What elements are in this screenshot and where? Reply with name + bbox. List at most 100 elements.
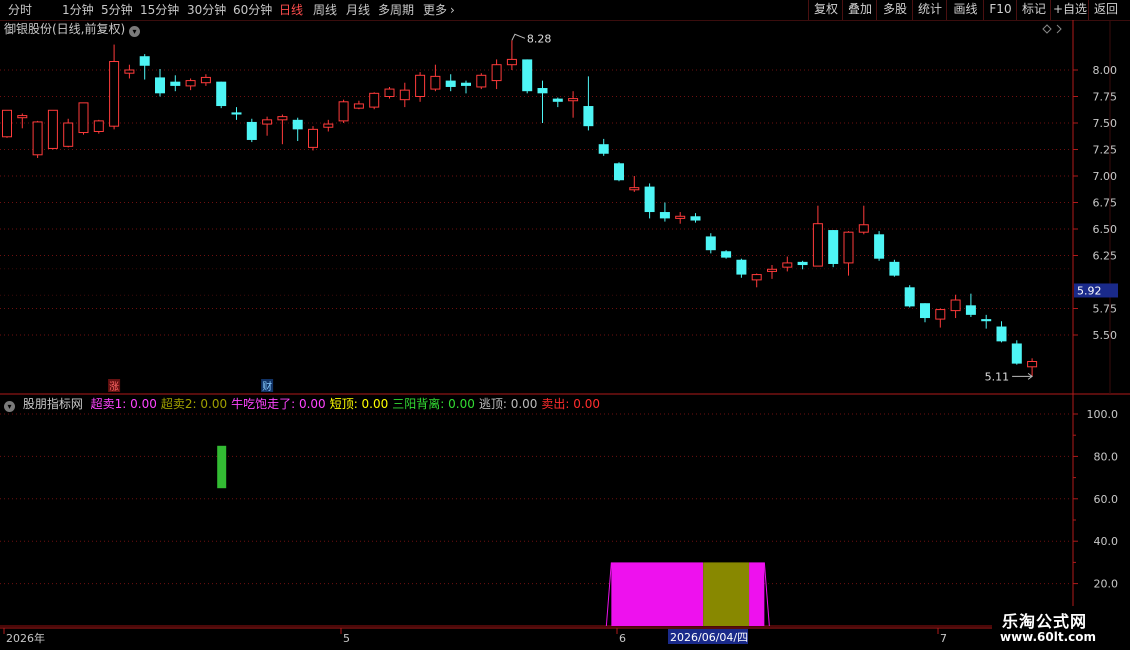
candle-body <box>32 121 43 156</box>
candle[interactable] <box>93 119 104 134</box>
candle[interactable] <box>384 86 395 99</box>
price-tick-label: 7.75 <box>1093 91 1118 104</box>
candle[interactable] <box>308 126 318 151</box>
candle[interactable] <box>185 78 196 91</box>
candle[interactable] <box>537 80 548 123</box>
kline-chart[interactable]: 8.00 7.75 7.50 7.25 7.00 6.75 6.50 6.25 5.75 5.50… <box>0 0 1130 650</box>
candle[interactable] <box>965 293 976 317</box>
candle-body <box>858 224 869 233</box>
candle[interactable] <box>353 100 364 110</box>
candle[interactable] <box>338 99 349 123</box>
candle[interactable] <box>155 68 165 97</box>
candle[interactable] <box>246 118 257 143</box>
candle[interactable] <box>47 109 58 150</box>
candle-body <box>736 259 747 275</box>
candle-body <box>1027 361 1038 368</box>
candle[interactable] <box>277 114 288 145</box>
candle[interactable] <box>323 119 334 132</box>
candle[interactable] <box>2 109 12 138</box>
candle-body <box>965 305 976 315</box>
candle[interactable] <box>797 260 808 270</box>
indicator-bar-edge <box>763 562 770 627</box>
chevron-right-icon[interactable] <box>1056 24 1062 34</box>
candle-body <box>461 82 471 86</box>
indicator-bar <box>703 562 750 626</box>
candle-body <box>476 74 487 88</box>
candle-body <box>598 144 609 154</box>
candle[interactable] <box>506 40 517 70</box>
candle[interactable] <box>904 285 915 308</box>
watermark: 乐淘公式网 www.60lt.com <box>992 606 1130 650</box>
candle[interactable] <box>461 80 471 94</box>
candle[interactable] <box>124 64 135 79</box>
candle-body <box>353 103 364 109</box>
candle-body <box>323 123 334 128</box>
candle[interactable] <box>858 205 869 235</box>
candle[interactable] <box>751 273 762 288</box>
candle-body <box>384 88 395 98</box>
candle-body <box>874 234 885 259</box>
candle[interactable] <box>568 91 579 118</box>
candle[interactable] <box>629 176 640 192</box>
candle-body <box>981 319 992 322</box>
candle[interactable] <box>767 265 777 279</box>
candle[interactable] <box>996 321 1007 343</box>
candle[interactable] <box>32 120 43 158</box>
candle[interactable] <box>430 64 441 92</box>
candle[interactable] <box>552 97 563 108</box>
candle-body <box>109 61 120 127</box>
candle[interactable] <box>369 92 380 110</box>
candle[interactable] <box>200 74 211 86</box>
candle-body <box>292 119 303 130</box>
candle[interactable] <box>644 183 655 219</box>
candle-body <box>415 74 426 98</box>
candle-body <box>246 121 257 140</box>
candle[interactable] <box>292 117 303 142</box>
candle[interactable] <box>690 213 701 223</box>
candle[interactable] <box>63 118 74 148</box>
candle[interactable] <box>981 314 992 329</box>
candle[interactable] <box>231 107 242 120</box>
candle[interactable] <box>950 294 961 319</box>
candle[interactable] <box>522 59 533 94</box>
candle-body <box>583 106 594 127</box>
price-tick-label: 6.75 <box>1093 197 1118 210</box>
candle-body <box>277 116 288 121</box>
price-tick-label: 5.75 <box>1093 303 1118 316</box>
candle[interactable] <box>614 162 624 182</box>
candle[interactable] <box>705 233 716 254</box>
candle[interactable] <box>216 81 227 109</box>
candle-body <box>904 287 915 307</box>
candle[interactable] <box>491 59 502 90</box>
candle[interactable] <box>78 102 89 135</box>
candle[interactable] <box>476 73 487 90</box>
candle-body <box>950 299 961 312</box>
candle[interactable] <box>109 44 120 130</box>
candle[interactable] <box>399 82 410 108</box>
candle[interactable] <box>415 72 426 102</box>
candle[interactable] <box>874 231 885 261</box>
candle[interactable] <box>828 230 839 268</box>
candle[interactable] <box>812 205 823 267</box>
candle[interactable] <box>583 76 594 131</box>
candle-body <box>522 59 533 92</box>
date-label: 2026年 <box>6 631 45 645</box>
candle[interactable] <box>843 231 854 276</box>
candle[interactable] <box>170 75 181 92</box>
candle[interactable] <box>920 303 930 323</box>
candle[interactable] <box>659 202 670 222</box>
candle-body <box>782 262 793 268</box>
diamond-icon[interactable] <box>1042 24 1052 34</box>
candle[interactable] <box>1011 340 1022 365</box>
candle-body <box>170 81 181 86</box>
candle[interactable] <box>139 54 150 80</box>
candle[interactable] <box>935 308 946 328</box>
candle[interactable] <box>17 113 28 129</box>
candle[interactable] <box>721 250 732 259</box>
candle[interactable] <box>262 116 273 136</box>
candle[interactable] <box>736 258 747 278</box>
candle[interactable] <box>445 74 456 92</box>
candle[interactable] <box>598 138 609 156</box>
candle[interactable] <box>889 259 900 277</box>
candle[interactable] <box>675 212 686 224</box>
